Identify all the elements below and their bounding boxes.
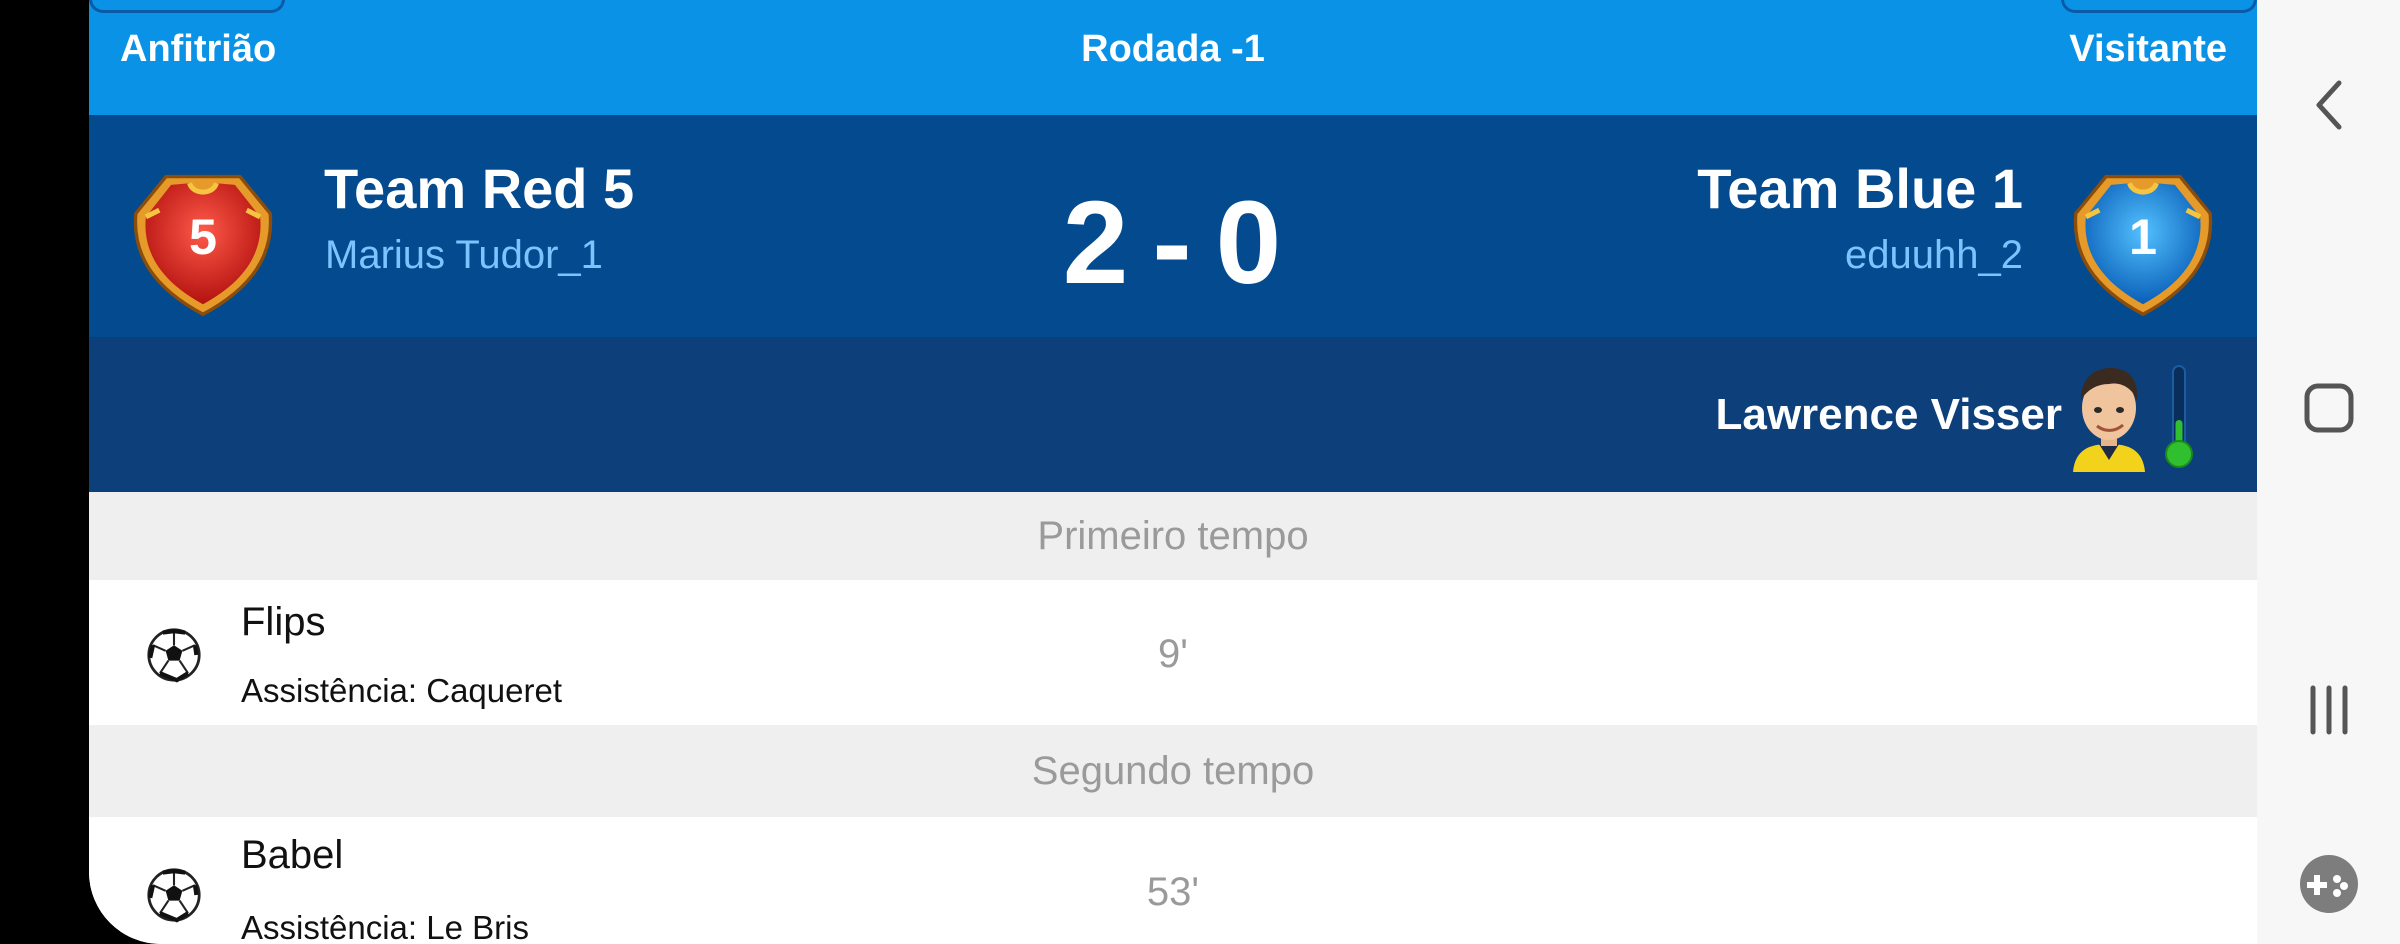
first-half-header: Primeiro tempo [89, 492, 2257, 580]
second-half-header: Segundo tempo [89, 725, 2257, 817]
referee-avatar-icon[interactable] [2069, 362, 2149, 472]
home-tab-edge [89, 0, 285, 13]
away-team-name[interactable]: Team Blue 1 [1697, 156, 2023, 221]
timeline-event[interactable]: Babel Assistência: Le Bris 53' [89, 817, 2257, 944]
event-assist: Assistência: Caqueret [241, 672, 562, 709]
home-score: 2 [1062, 177, 1131, 309]
back-button[interactable] [2257, 65, 2400, 145]
timeline-event[interactable]: Flips Assistência: Caqueret 9' [89, 580, 2257, 725]
event-minute: 53' [1146, 870, 1200, 914]
match-screen: Anfitrião Rodada -1 Visitante 5 Team Red… [89, 0, 2257, 944]
away-tab-edge [2061, 0, 2257, 13]
away-shirt-icon[interactable]: 1 [2059, 153, 2227, 321]
home-icon [2304, 383, 2353, 433]
referee-name[interactable]: Lawrence Visser [1715, 390, 2062, 440]
referee-bar: Lawrence Visser [89, 337, 2257, 492]
score-separator: - [1152, 177, 1194, 309]
match-header: Anfitrião Rodada -1 Visitante [89, 0, 2257, 115]
game-launcher-icon [2299, 855, 2358, 913]
away-score: 0 [1215, 177, 1284, 309]
event-minute: 9' [1158, 632, 1188, 676]
round-label: Rodada -1 [1081, 28, 1265, 70]
left-bezel [0, 0, 89, 944]
recents-icon [2310, 685, 2347, 735]
scoreboard: 5 Team Red 5 Marius Tudor_1 2-0 Team Blu… [89, 115, 2257, 337]
home-button[interactable] [2257, 368, 2400, 448]
back-icon [2316, 80, 2341, 130]
system-navigation-bar [2257, 0, 2400, 944]
thermometer-icon [2165, 365, 2193, 468]
recents-button[interactable] [2257, 670, 2400, 750]
away-label: Visitante [2069, 28, 2227, 70]
game-launcher-button[interactable] [2257, 844, 2400, 924]
svg-text:1: 1 [2129, 208, 2157, 265]
away-manager-name[interactable]: eduuhh_2 [1845, 233, 2023, 278]
